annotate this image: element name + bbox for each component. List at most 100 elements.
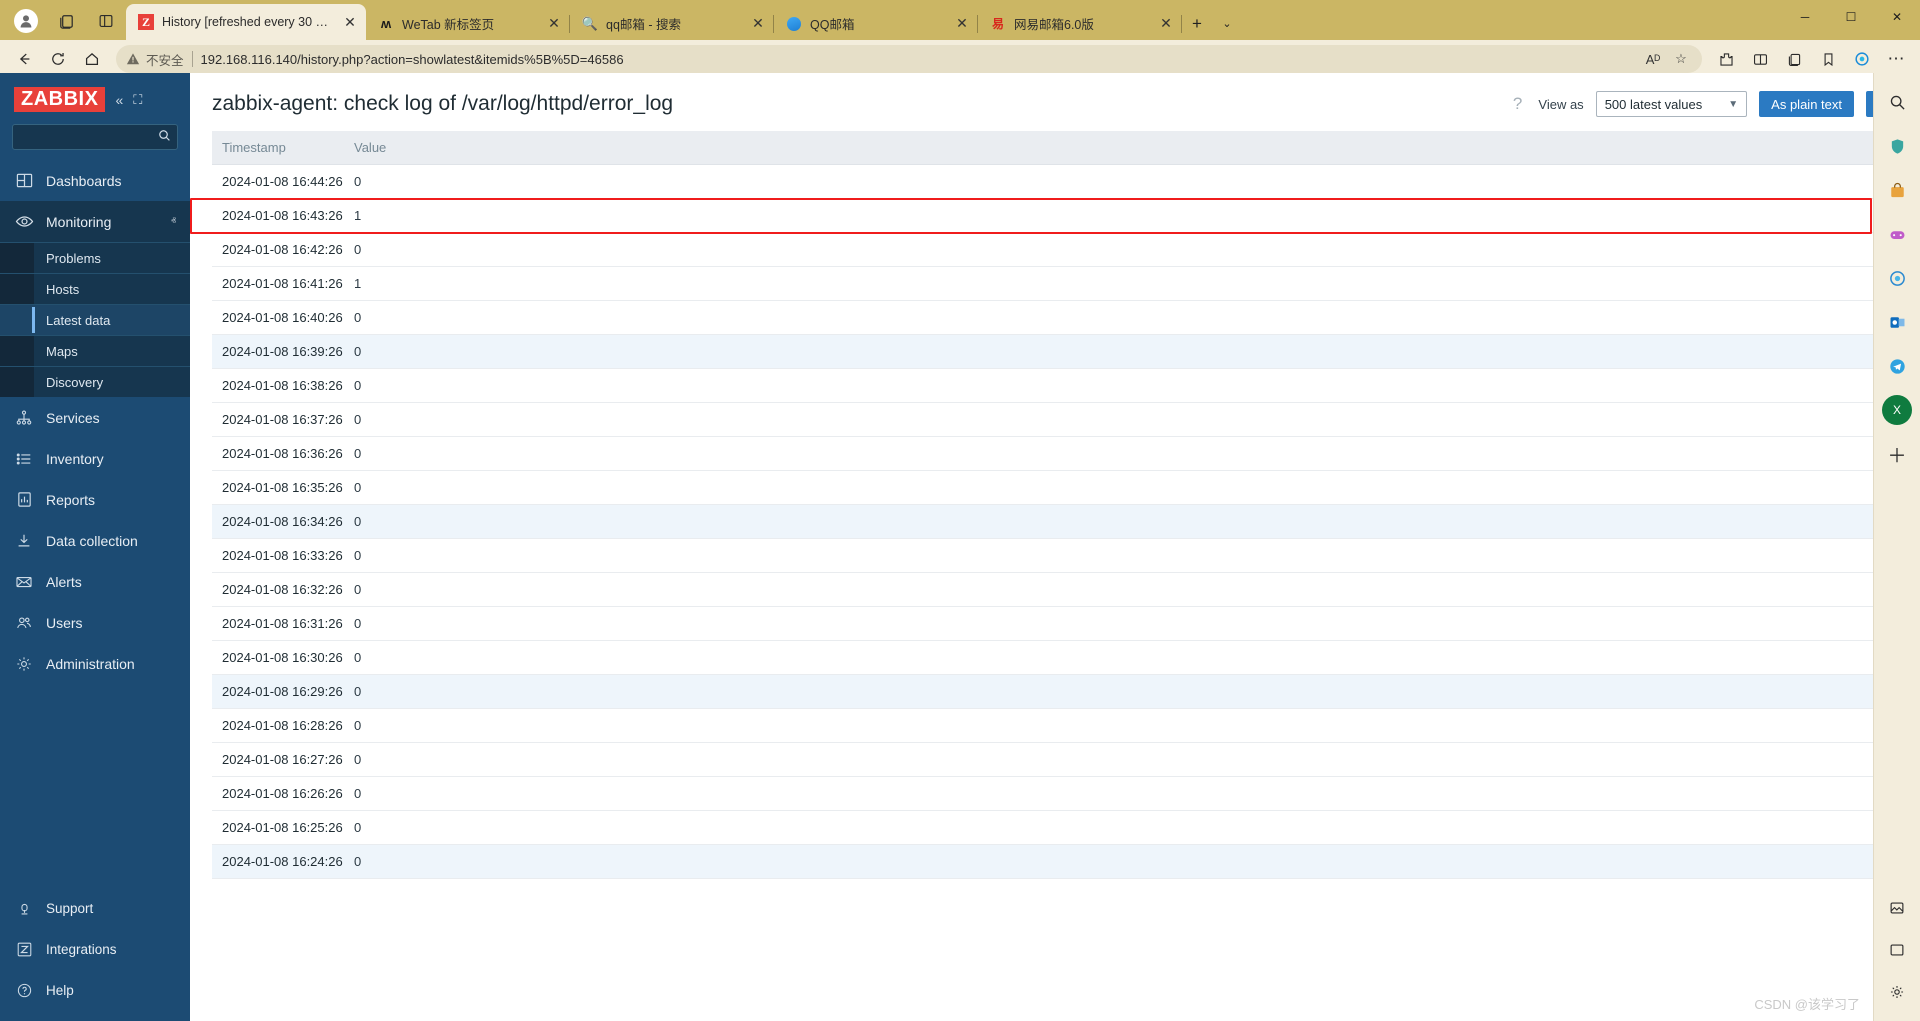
sidebar-item-support[interactable]: Support [0, 888, 190, 929]
address-bar[interactable]: 不安全 192.168.116.140/history.php?action=s… [116, 45, 1702, 73]
table-row: 2024-01-08 16:42:26 0 [212, 233, 1892, 267]
copilot-icon[interactable] [1846, 44, 1878, 74]
sidebar-item-administration[interactable]: Administration ⱟ [0, 643, 190, 684]
sidebar-subitem-label: Maps [46, 344, 78, 359]
cell-value: 0 [344, 403, 1892, 437]
table-row: 2024-01-08 16:32:26 0 [212, 573, 1892, 607]
cell-value: 0 [344, 471, 1892, 505]
read-aloud-icon[interactable]: Aᴰ [1642, 48, 1664, 70]
collections-icon[interactable] [46, 2, 86, 40]
split-icon[interactable] [1882, 935, 1912, 965]
tab-title: 网易邮箱6.0版 [1014, 14, 1148, 33]
home-icon[interactable] [76, 44, 108, 74]
search-input[interactable] [19, 130, 158, 144]
zabbix-logo[interactable]: ZABBIX [14, 87, 105, 112]
column-header-timestamp[interactable]: Timestamp [212, 131, 344, 165]
cell-value: 0 [344, 675, 1892, 709]
sidebar-item-maps[interactable]: Maps [0, 335, 190, 366]
cell-timestamp: 2024-01-08 16:27:26 [212, 743, 344, 777]
sidebar-item-label: Inventory [46, 451, 164, 467]
add-icon[interactable]: ＋ [1882, 439, 1912, 469]
table-row: 2024-01-08 16:27:26 0 [212, 743, 1892, 777]
sidebar-subitem-label: Discovery [46, 375, 103, 390]
new-tab-button[interactable]: + [1182, 7, 1212, 40]
envelope-icon [14, 573, 34, 591]
reload-icon[interactable] [42, 44, 74, 74]
shopping-bag-icon[interactable] [1882, 175, 1912, 205]
table-row: 2024-01-08 16:26:26 0 [212, 777, 1892, 811]
tab-actions-menu-icon[interactable]: ⌄ [1212, 7, 1242, 40]
browser-tab-active[interactable]: Z History [refreshed every 30 sec.] ✕ [126, 4, 366, 40]
sidebar-item-hosts[interactable]: Hosts [0, 273, 190, 304]
cell-timestamp: 2024-01-08 16:41:26 [212, 267, 344, 301]
tab-close-icon[interactable]: ✕ [952, 14, 972, 34]
collections-icon[interactable] [1778, 44, 1810, 74]
search-icon[interactable] [1882, 87, 1912, 117]
sidebar-item-reports[interactable]: Reports ⱟ [0, 479, 190, 520]
sidebar-item-latest-data[interactable]: Latest data [0, 304, 190, 335]
column-header-value[interactable]: Value [344, 131, 1892, 165]
shield-icon[interactable] [1882, 131, 1912, 161]
split-screen-icon[interactable] [86, 2, 126, 40]
sidebar-item-label: Help [46, 983, 176, 998]
sidebar-footer-nav: Support Integrations Help [0, 888, 190, 1021]
browser-tab[interactable]: QQ邮箱 ✕ [774, 7, 978, 40]
sidebar-hide-icon[interactable]: ⛶ [133, 92, 142, 108]
browser-window: Z History [refreshed every 30 sec.] ✕ ʍ … [0, 0, 1920, 1021]
sidebar-item-help[interactable]: Help [0, 970, 190, 1011]
image-icon[interactable] [1882, 893, 1912, 923]
question-mark-icon[interactable]: ? [1513, 94, 1522, 114]
sidebar-collapse-icon[interactable]: « [115, 92, 123, 108]
extensions-icon[interactable] [1710, 44, 1742, 74]
sidebar-item-discovery[interactable]: Discovery [0, 366, 190, 397]
list-icon [14, 450, 34, 468]
games-icon[interactable] [1882, 219, 1912, 249]
cell-timestamp: 2024-01-08 16:29:26 [212, 675, 344, 709]
cell-timestamp: 2024-01-08 16:35:26 [212, 471, 344, 505]
table-body: 2024-01-08 16:44:26 0 2024-01-08 16:43:26 1… [212, 165, 1892, 879]
settings-and-more-icon[interactable]: ⋯ [1880, 44, 1912, 74]
sidebar-item-monitoring[interactable]: Monitoring ⱏ [0, 201, 190, 242]
tab-close-icon[interactable]: ✕ [1156, 14, 1176, 34]
back-icon[interactable] [8, 44, 40, 74]
wetab-icon: ʍ [378, 16, 394, 32]
browser-tab[interactable]: ʍ WeTab 新标签页 ✕ [366, 7, 570, 40]
favorites-icon[interactable] [1812, 44, 1844, 74]
sidebar-item-services[interactable]: Services ⱟ [0, 397, 190, 438]
outlook-icon[interactable] [1882, 307, 1912, 337]
tab-close-icon[interactable]: ✕ [748, 14, 768, 34]
browser-tab[interactable]: 易 网易邮箱6.0版 ✕ [978, 7, 1182, 40]
minimize-button[interactable]: ─ [1782, 0, 1828, 33]
site-security-warning[interactable]: 不安全 [126, 50, 184, 69]
sidebar-search[interactable] [12, 124, 178, 150]
sidebar-submenu-monitoring: Problems Hosts Latest data Maps Discover… [0, 242, 190, 397]
chevron-up-icon[interactable]: ⱏ [171, 216, 176, 227]
telegram-icon[interactable] [1882, 351, 1912, 381]
browser-tab[interactable]: 🔍 qq邮箱 - 搜索 ✕ [570, 7, 774, 40]
x-icon[interactable]: X [1882, 395, 1912, 425]
page-viewport: ZABBIX « ⛶ Dashboards Monitoring ⱏ Probl… [0, 73, 1920, 1021]
search-icon[interactable] [158, 129, 171, 145]
sidebar-item-inventory[interactable]: Inventory ⱟ [0, 438, 190, 479]
profile-avatar[interactable] [6, 2, 46, 40]
settings-gear-icon[interactable] [1882, 977, 1912, 1007]
as-plain-text-button[interactable]: As plain text [1759, 91, 1854, 117]
tab-close-icon[interactable]: ✕ [340, 12, 360, 32]
favorite-star-icon[interactable]: ☆ [1670, 48, 1692, 70]
close-window-button[interactable]: ✕ [1874, 0, 1920, 33]
sidebar-item-integrations[interactable]: Integrations [0, 929, 190, 970]
sidebar-item-dashboards[interactable]: Dashboards [0, 160, 190, 201]
sidebar-item-problems[interactable]: Problems [0, 242, 190, 273]
browser-essentials-icon[interactable] [1882, 263, 1912, 293]
cell-value: 0 [344, 777, 1892, 811]
table-row: 2024-01-08 16:43:26 1 [212, 199, 1892, 233]
tab-close-icon[interactable]: ✕ [544, 14, 564, 34]
maximize-button[interactable]: ☐ [1828, 0, 1874, 33]
sidebar-item-data-collection[interactable]: Data collection ⱟ [0, 520, 190, 561]
view-as-select[interactable]: 500 latest values ▼ [1596, 91, 1747, 117]
split-screen-icon[interactable] [1744, 44, 1776, 74]
sidebar-item-users[interactable]: Users ⱟ [0, 602, 190, 643]
zabbix-main-content: zabbix-agent: check log of /var/log/http… [190, 73, 1920, 1021]
cell-value: 0 [344, 539, 1892, 573]
sidebar-item-alerts[interactable]: Alerts ⱟ [0, 561, 190, 602]
